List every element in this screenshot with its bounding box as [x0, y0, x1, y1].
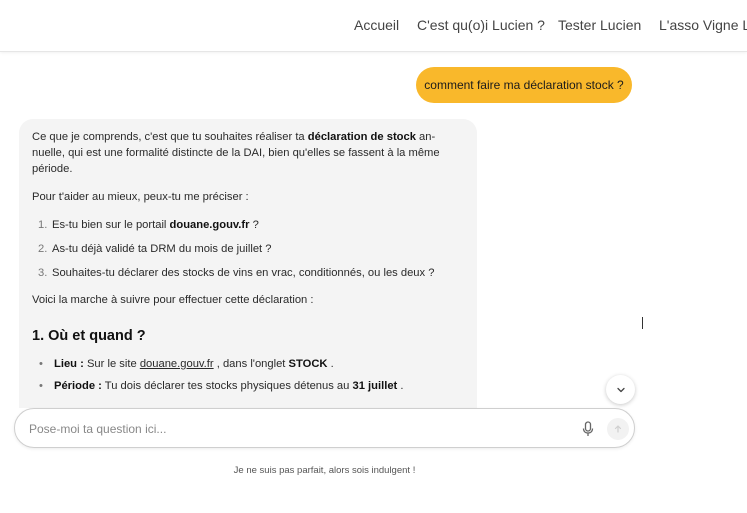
list-text: Souhaites-tu déclarer des stocks de vins…	[52, 267, 435, 279]
bullet-text-end: .	[397, 380, 404, 392]
disclaimer-text: Je ne suis pas parfait, alors sois indul…	[233, 465, 416, 476]
nav-item-accueil[interactable]: Accueil	[354, 17, 399, 33]
send-button[interactable]	[607, 418, 629, 440]
list-item: • Période : Tu dois déclarer tes stocks …	[32, 378, 463, 394]
list-item: 1. Es-tu bien sur le portail douane.gouv…	[32, 217, 463, 233]
bot-intro-text: Ce que je comprends, c'est que tu souhai…	[32, 131, 308, 143]
nav-item-tester-lucien[interactable]: Tester Lucien	[558, 17, 641, 33]
bot-steps-paragraph: Voici la marche à suivre pour effectuer …	[32, 294, 314, 306]
list-bold: douane.gouv.fr	[169, 219, 250, 231]
nav-item-asso-vigne[interactable]: L'asso Vigne Li	[659, 17, 747, 33]
nav-item-cest-quoi-lucien[interactable]: C'est qu(o)i Lucien ?	[417, 17, 545, 33]
scroll-down-button[interactable]	[606, 375, 635, 404]
chevron-down-icon	[616, 387, 625, 392]
bullet-icon: •	[39, 380, 43, 392]
bullet-text-end: .	[327, 358, 334, 370]
bot-question-paragraph: Pour t'aider au mieux, peux-tu me précis…	[32, 191, 249, 203]
text-cursor	[642, 317, 643, 329]
list-item: • Lieu : Sur le site douane.gouv.fr , da…	[32, 356, 463, 372]
bullet-text: Sur le site	[83, 358, 140, 370]
microphone-icon	[582, 421, 594, 436]
microphone-button[interactable]	[579, 419, 597, 439]
bullet-label: Période :	[54, 380, 102, 392]
list-item: 3. Souhaites-tu déclarer des stocks de v…	[32, 265, 463, 281]
list-item: 2. As-tu déjà validé ta DRM du mois de j…	[32, 241, 463, 257]
douane-link[interactable]: douane.gouv.fr	[140, 358, 214, 370]
bot-intro-bold: déclaration de stock	[307, 131, 416, 143]
bot-message-bubble: Ce que je comprends, c'est que tu souhai…	[19, 119, 477, 408]
bullet-icon: •	[39, 358, 43, 370]
question-input[interactable]	[29, 418, 569, 440]
bullet-text-mid: , dans l'onglet	[213, 358, 289, 370]
bullet-text: Tu dois déclarer tes stocks physiques dé…	[101, 380, 353, 392]
list-text: As-tu déjà validé ta DRM du mois de juil…	[52, 243, 272, 255]
bot-bullet-list: • Lieu : Sur le site douane.gouv.fr , da…	[32, 356, 463, 394]
section-heading: 1. Où et quand ?	[32, 328, 146, 344]
bot-question-list: 1. Es-tu bien sur le portail douane.gouv…	[32, 217, 463, 281]
bullet-bold: 31 juillet	[352, 380, 398, 392]
list-text: Es-tu bien sur le portail	[52, 219, 170, 231]
list-number: 3.	[38, 267, 48, 279]
user-message-text: comment faire ma déclaration stock ?	[424, 78, 624, 92]
chat-thread[interactable]: comment faire ma déclaration stock ? Ce …	[0, 53, 747, 408]
list-number: 1.	[38, 219, 48, 231]
send-icon	[614, 425, 622, 433]
bullet-label: Lieu :	[54, 358, 84, 370]
top-navigation: Accueil C'est qu(o)i Lucien ? Tester Luc…	[0, 0, 747, 52]
bullet-bold: STOCK	[288, 358, 328, 370]
bot-intro-paragraph: Ce que je comprends, c'est que tu souhai…	[32, 129, 463, 177]
user-message-bubble: comment faire ma déclaration stock ?	[416, 67, 632, 103]
list-text-end: ?	[249, 219, 259, 231]
list-number: 2.	[38, 243, 48, 255]
question-input-container	[14, 408, 635, 448]
